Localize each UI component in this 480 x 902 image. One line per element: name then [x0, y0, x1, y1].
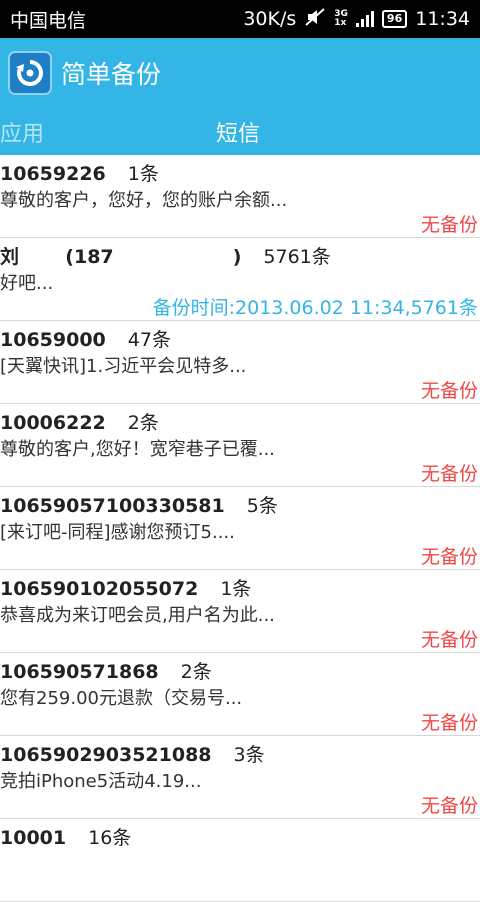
thread-header: 10006222 2条: [0, 408, 159, 435]
message-snippet: 好吧...: [0, 273, 54, 294]
battery-icon: 96: [381, 10, 408, 28]
list-item[interactable]: 106590571868 2条 您有259.00元退款（交易号... 无备份: [0, 653, 480, 736]
status-bar: 中国电信 30K/s 3G 1x 96 11:34: [0, 0, 480, 38]
message-count: 2条: [127, 412, 159, 434]
message-count: 5条: [246, 495, 278, 517]
backup-status: 无备份: [420, 214, 478, 236]
list-item[interactable]: 1065902903521088 3条 竞拍iPhone5活动4.19... 无备…: [0, 736, 480, 819]
network-type-icon: 3G 1x: [334, 10, 348, 28]
backup-status: 备份时间:2013.06.02 11:34,5761条: [152, 297, 478, 319]
tab-apps[interactable]: 应用: [0, 116, 44, 148]
sender-number: 10659000: [0, 329, 106, 351]
carrier-label: 中国电信: [10, 9, 87, 32]
backup-status: 无备份: [420, 463, 478, 485]
message-count: 3条: [233, 744, 265, 766]
sender-number: 106590102055072: [0, 578, 199, 600]
backup-status: 无备份: [420, 795, 478, 817]
backup-status: 无备份: [420, 712, 478, 734]
list-item[interactable]: 106590102055072 1条 恭喜成为来订吧会员,用户名为此... 无备份: [0, 570, 480, 653]
message-snippet: 恭喜成为来订吧会员,用户名为此...: [0, 605, 275, 626]
app-title: 简单备份: [61, 60, 162, 89]
thread-header: 10659000 47条: [0, 325, 171, 352]
backup-status: 无备份: [420, 380, 478, 402]
thread-header: 1065905710033058​1 5条: [0, 491, 278, 518]
thread-header: 106590571868 2条: [0, 657, 212, 684]
message-count: 1条: [220, 578, 252, 600]
list-item[interactable]: 1065905710033058​1 5条 [来订吧-同程]感谢您预订5.... …: [0, 487, 480, 570]
thread-header: 1065902903521088 3条: [0, 740, 265, 767]
thread-header: 106590102055072 1条: [0, 574, 251, 601]
list-item[interactable]: 10659000 47条 [天翼快讯]1.习近平会见特多... 无备份: [0, 321, 480, 404]
list-item[interactable]: 刘 (187 ) 5761条 好吧... 备份时间:2013.06.02 11:3…: [0, 238, 480, 321]
message-snippet: 竞拍iPhone5活动4.19...: [0, 771, 202, 792]
message-count: 2条: [180, 661, 212, 683]
clock: 11:34: [415, 8, 470, 30]
sender-number: 刘 (187 ): [0, 246, 242, 268]
message-count: 1条: [127, 163, 159, 185]
signal-icon: [355, 11, 374, 27]
message-snippet: [来订吧-同程]感谢您预订5....: [0, 522, 235, 543]
message-snippet: 您有259.00元退款（交易号...: [0, 688, 243, 709]
list-item[interactable]: 10659226 1条 尊敬的客户，您好，您的账户余额... 无备份: [0, 155, 480, 238]
thread-header: 10659226 1条: [0, 159, 159, 186]
backup-restore-icon[interactable]: [8, 51, 52, 95]
sender-number: 10659226: [0, 163, 106, 185]
silent-mode-icon: [304, 7, 326, 32]
message-count: 16条: [88, 827, 132, 849]
message-snippet: [天翼快讯]1.习近平会见特多...: [0, 356, 247, 377]
message-snippet: 尊敬的客户，您好，您的账户余额...: [0, 190, 288, 211]
status-icons: 30K/s 3G 1x 96 11:34: [243, 7, 470, 32]
sender-number: 1065902903521088: [0, 744, 212, 766]
message-count: 5761条: [263, 246, 331, 268]
thread-header: 10001 16条: [0, 823, 131, 850]
app-bar: 简单备份: [0, 38, 480, 108]
network-speed: 30K/s: [243, 8, 297, 30]
sender-number: 10006222: [0, 412, 106, 434]
tab-bar: 应用 短信: [0, 108, 480, 155]
tab-sms[interactable]: 短信: [216, 116, 260, 148]
list-item[interactable]: 10001 16条: [0, 819, 480, 902]
message-count: 47条: [127, 329, 171, 351]
list-item[interactable]: 10006222 2条 尊敬的客户,您好！宽窄巷子已覆... 无备份: [0, 404, 480, 487]
network-type-bottom: 1x: [334, 18, 347, 28]
sms-thread-list: 10659226 1条 尊敬的客户，您好，您的账户余额... 无备份 刘 (187…: [0, 155, 480, 902]
battery-level: 96: [386, 12, 403, 25]
sender-number: 106590571868: [0, 661, 159, 683]
sender-number: 10001: [0, 827, 67, 849]
thread-header: 刘 (187 ) 5761条: [0, 242, 331, 269]
backup-status: 无备份: [420, 546, 478, 568]
backup-status: 无备份: [420, 629, 478, 651]
message-snippet: 尊敬的客户,您好！宽窄巷子已覆...: [0, 439, 275, 460]
sender-number: 1065905710033058​1: [0, 495, 225, 517]
